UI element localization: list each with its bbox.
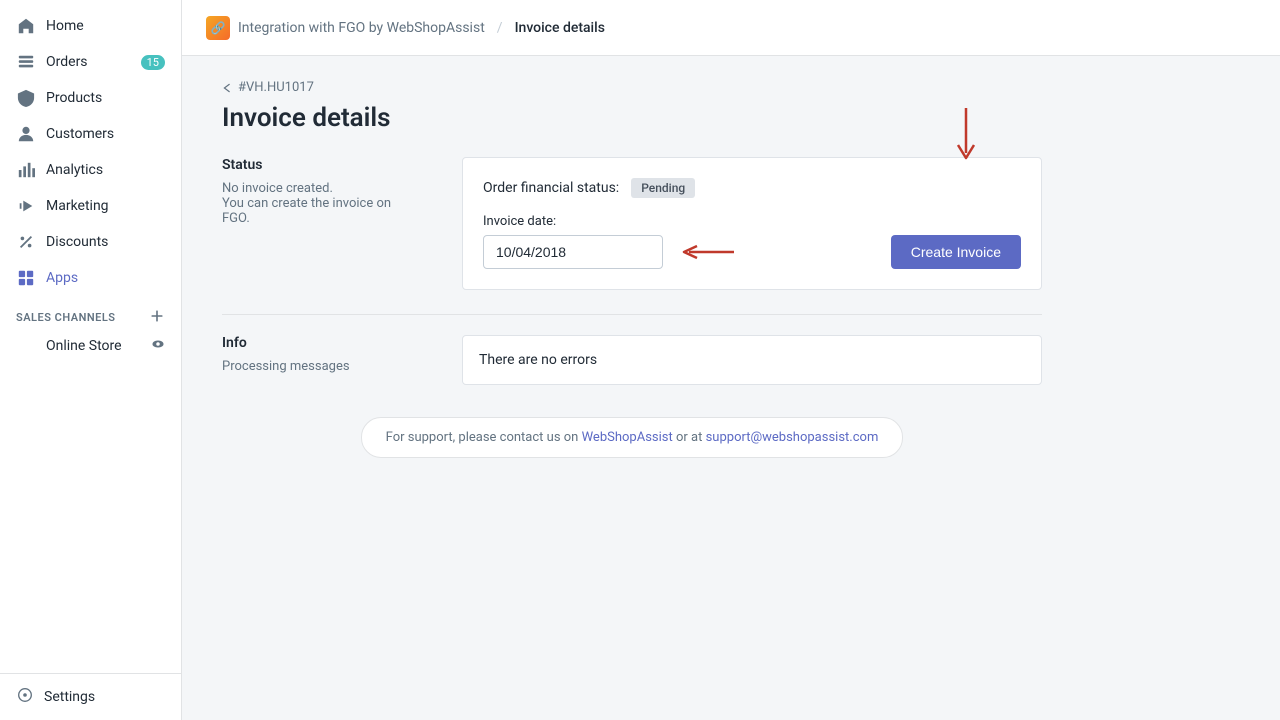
sidebar-nav: Home Orders 15 Products Customers [0, 0, 181, 673]
page-content: #VH.HU1017 Invoice details Status No inv… [182, 56, 1082, 482]
section-divider [222, 314, 1042, 315]
support-text: For support, please contact us on WebSho… [361, 417, 904, 458]
sidebar-item-online-store[interactable]: Online Store [0, 331, 181, 361]
home-icon [16, 16, 36, 36]
info-section: Info Processing messages There are no er… [222, 335, 1042, 385]
status-section: Status No invoice created. You can creat… [222, 157, 1042, 290]
info-section-label: Info Processing messages [222, 335, 422, 385]
red-arrow-left [679, 242, 739, 262]
sidebar-item-analytics[interactable]: Analytics [0, 152, 181, 188]
webshopassist-link[interactable]: WebShopAssist [582, 430, 673, 445]
breadcrumb-current: Invoice details [515, 20, 605, 36]
apps-icon [16, 268, 36, 288]
create-invoice-button[interactable]: Create Invoice [891, 235, 1021, 269]
status-card-wrapper: Order financial status: Pending Invoice … [462, 157, 1042, 290]
orders-badge: 15 [141, 55, 165, 70]
breadcrumb-separator: / [497, 20, 503, 36]
eye-icon [151, 337, 165, 355]
status-badge: Pending [631, 178, 695, 198]
page-title: Invoice details [222, 103, 1042, 133]
back-link[interactable]: #VH.HU1017 [222, 80, 1042, 95]
orders-icon [16, 52, 36, 72]
sidebar-item-orders[interactable]: Orders 15 [0, 44, 181, 80]
settings-icon [16, 686, 34, 708]
status-section-label: Status No invoice created. You can creat… [222, 157, 422, 290]
red-arrow-down [951, 103, 981, 163]
marketing-icon [16, 196, 36, 216]
sidebar-item-customers[interactable]: Customers [0, 116, 181, 152]
invoice-date-label: Invoice date: [483, 214, 1021, 229]
sidebar-item-marketing[interactable]: Marketing [0, 188, 181, 224]
sidebar-item-apps[interactable]: Apps [0, 260, 181, 296]
products-icon [16, 88, 36, 108]
discounts-icon [16, 232, 36, 252]
support-footer: For support, please contact us on WebSho… [222, 417, 1042, 458]
order-status-row: Order financial status: Pending [483, 178, 1021, 198]
invoice-date-section: Invoice date: Create Invoice [483, 214, 1021, 269]
app-icon: 🔗 [206, 16, 230, 40]
sidebar-item-discounts[interactable]: Discounts [0, 224, 181, 260]
analytics-icon [16, 160, 36, 180]
invoice-date-row: Create Invoice [483, 235, 1021, 269]
sidebar-item-settings[interactable]: Settings [0, 673, 181, 720]
info-card-wrapper: There are no errors [462, 335, 1042, 385]
sidebar-item-home[interactable]: Home [0, 8, 181, 44]
sidebar-item-products[interactable]: Products [0, 80, 181, 116]
main-content: 🔗 Integration with FGO by WebShopAssist … [182, 0, 1280, 720]
date-with-arrow [483, 235, 891, 269]
topbar: 🔗 Integration with FGO by WebShopAssist … [182, 0, 1280, 56]
status-card: Order financial status: Pending Invoice … [462, 157, 1042, 290]
email-support-link[interactable]: support@webshopassist.com [706, 430, 879, 445]
order-financial-status-label: Order financial status: [483, 180, 619, 196]
invoice-date-input[interactable] [483, 235, 663, 269]
add-sales-channel-icon[interactable] [149, 308, 165, 327]
info-card: There are no errors [462, 335, 1042, 385]
customers-icon [16, 124, 36, 144]
sales-channels-header: SALES CHANNELS [0, 296, 181, 331]
sidebar: Home Orders 15 Products Customers [0, 0, 182, 720]
breadcrumb-app-link[interactable]: Integration with FGO by WebShopAssist [238, 20, 485, 36]
